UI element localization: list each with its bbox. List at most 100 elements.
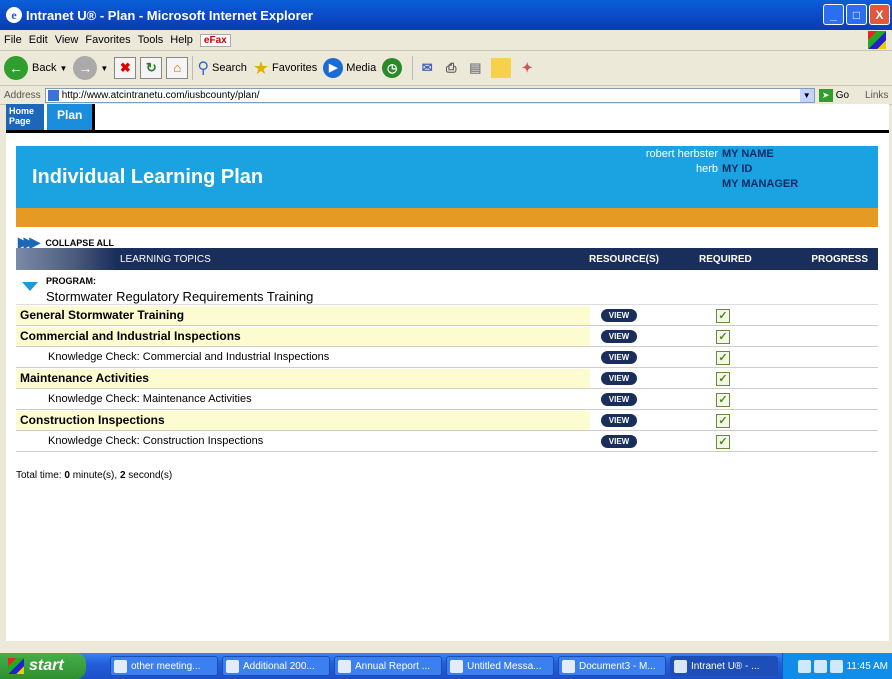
program-label: PROGRAM: bbox=[46, 276, 96, 286]
menu-view[interactable]: View bbox=[55, 34, 79, 46]
total-time-label: Total time: bbox=[16, 470, 62, 481]
discuss-icon[interactable] bbox=[491, 58, 512, 78]
forward-dropdown-icon[interactable]: ▼ bbox=[100, 64, 108, 73]
tray-icon[interactable] bbox=[814, 659, 828, 673]
maximize-button[interactable]: □ bbox=[846, 4, 867, 25]
tray-icon[interactable] bbox=[798, 659, 812, 673]
ie-icon: e bbox=[6, 7, 22, 23]
table-row: Knowledge Check: Commercial and Industri… bbox=[16, 348, 878, 368]
menu-file[interactable]: File bbox=[4, 34, 22, 46]
view-button[interactable]: VIEW bbox=[601, 330, 637, 343]
clock: 11:45 AM bbox=[846, 660, 888, 672]
user-id-label: MY ID bbox=[722, 163, 753, 175]
taskbar-tasks: other meeting... Additional 200... Annua… bbox=[110, 656, 782, 676]
expand-triangle-icon[interactable] bbox=[22, 282, 38, 291]
edit-icon[interactable]: ▤ bbox=[465, 58, 485, 78]
links-button[interactable]: Links bbox=[865, 90, 888, 101]
view-button[interactable]: VIEW bbox=[601, 393, 637, 406]
media-label: Media bbox=[346, 62, 377, 74]
back-button[interactable]: ← Back ▼ bbox=[4, 56, 67, 80]
task-label: other meeting... bbox=[131, 661, 201, 672]
table-header: LEARNING TOPICS RESOURCE(S) REQUIRED PRO… bbox=[16, 248, 878, 270]
view-button[interactable]: VIEW bbox=[601, 372, 637, 385]
view-button[interactable]: VIEW bbox=[601, 414, 637, 427]
header-resources: RESOURCE(S) bbox=[589, 254, 660, 265]
messenger-icon[interactable]: ✦ bbox=[517, 58, 537, 78]
tab-plan[interactable]: Plan bbox=[47, 104, 96, 130]
header-progress: PROGRESS bbox=[811, 254, 868, 265]
user-name-value: robert herbster bbox=[645, 148, 718, 160]
total-time-minutes-unit: minute(s), bbox=[72, 470, 118, 481]
app-tabs: Home Page Plan bbox=[6, 104, 889, 133]
back-dropdown-icon[interactable]: ▼ bbox=[59, 64, 67, 73]
minimize-button[interactable]: _ bbox=[823, 4, 844, 25]
toolbar-separator bbox=[192, 56, 194, 80]
required-check-icon: ✓ bbox=[716, 393, 730, 407]
required-check-icon: ✓ bbox=[716, 414, 730, 428]
refresh-icon[interactable]: ↻ bbox=[140, 57, 163, 79]
print-icon[interactable]: ⎙ bbox=[441, 58, 461, 78]
header-learning-topics: LEARNING TOPICS bbox=[120, 254, 211, 265]
forward-button[interactable]: → ▼ bbox=[73, 56, 108, 80]
topic-name: Maintenance Activities bbox=[16, 369, 590, 388]
total-time-seconds: 2 bbox=[119, 470, 126, 481]
view-button[interactable]: VIEW bbox=[601, 351, 637, 364]
topic-name: Knowledge Check: Construction Inspection… bbox=[48, 435, 264, 447]
total-time-minutes: 0 bbox=[64, 470, 70, 481]
user-row-name: robert herbster MY NAME bbox=[578, 148, 878, 163]
user-row-manager: MY MANAGER bbox=[578, 178, 878, 193]
address-dropdown-icon[interactable]: ▼ bbox=[799, 88, 814, 102]
task-icon bbox=[114, 660, 127, 673]
table-row: Maintenance Activities VIEW ✓ bbox=[16, 369, 878, 389]
tab-home-page[interactable]: Home Page bbox=[6, 104, 44, 130]
search-button[interactable]: ⚲ Search bbox=[197, 58, 247, 78]
taskbar-item[interactable]: Document3 - M... bbox=[558, 656, 666, 676]
search-label: Search bbox=[212, 62, 247, 74]
task-label: Intranet U® - ... bbox=[691, 661, 760, 672]
page-content: Home Page Plan Individual Learning Plan … bbox=[6, 104, 889, 641]
menu-bar: File Edit View Favorites Tools Help eFax bbox=[0, 30, 892, 51]
mail-icon[interactable]: ✉ bbox=[417, 58, 437, 78]
menu-edit[interactable]: Edit bbox=[29, 34, 48, 46]
efax-button[interactable]: eFax bbox=[199, 33, 231, 47]
media-button[interactable]: ▶ Media bbox=[323, 58, 376, 78]
view-button[interactable]: VIEW bbox=[601, 309, 637, 322]
header-image bbox=[16, 248, 116, 270]
user-manager-label: MY MANAGER bbox=[722, 178, 799, 190]
plan-banner: Individual Learning Plan robert herbster… bbox=[16, 146, 878, 208]
user-id-value: herb bbox=[695, 163, 718, 175]
user-info: robert herbster MY NAME herb MY ID MY MA… bbox=[578, 148, 878, 193]
user-name-label: MY NAME bbox=[722, 148, 774, 160]
table-row: Commercial and Industrial Inspections VI… bbox=[16, 327, 878, 347]
close-button[interactable]: X bbox=[869, 4, 890, 25]
taskbar-item[interactable]: Untitled Messa... bbox=[446, 656, 554, 676]
start-label: start bbox=[29, 657, 64, 674]
taskbar-item[interactable]: other meeting... bbox=[110, 656, 218, 676]
user-row-id: herb MY ID bbox=[578, 163, 878, 178]
total-time-seconds-unit: second(s) bbox=[128, 470, 173, 481]
start-button[interactable]: start bbox=[0, 653, 86, 679]
address-bar: Address http://www.atcintranetu.com/iusb… bbox=[0, 86, 892, 105]
menu-tools[interactable]: Tools bbox=[138, 34, 164, 46]
menu-favorites[interactable]: Favorites bbox=[85, 34, 130, 46]
menu-help[interactable]: Help bbox=[170, 34, 193, 46]
collapse-all-label: COLLAPSE ALL bbox=[45, 237, 114, 248]
favorites-button[interactable]: ★ Favorites bbox=[253, 58, 317, 79]
taskbar-item[interactable]: Annual Report ... bbox=[334, 656, 442, 676]
view-button[interactable]: VIEW bbox=[601, 435, 637, 448]
tray-icon[interactable] bbox=[830, 659, 844, 673]
task-icon bbox=[226, 660, 239, 673]
taskbar-item[interactable]: Additional 200... bbox=[222, 656, 330, 676]
taskbar-item-active[interactable]: Intranet U® - ... bbox=[670, 656, 778, 676]
address-url: http://www.atcintranetu.com/iusbcounty/p… bbox=[61, 89, 260, 101]
stop-icon[interactable]: ✖ bbox=[114, 57, 137, 79]
table-row: Knowledge Check: Maintenance Activities … bbox=[16, 390, 878, 410]
required-check-icon: ✓ bbox=[716, 351, 730, 365]
address-input[interactable]: http://www.atcintranetu.com/iusbcounty/p… bbox=[44, 87, 815, 103]
topic-name: Knowledge Check: Maintenance Activities bbox=[48, 393, 252, 405]
history-icon[interactable]: ◷ bbox=[382, 58, 403, 78]
go-button[interactable]: ➤ Go bbox=[818, 88, 849, 102]
home-icon[interactable]: ⌂ bbox=[166, 57, 189, 79]
page-title: Individual Learning Plan bbox=[32, 166, 264, 188]
search-icon: ⚲ bbox=[197, 60, 210, 77]
